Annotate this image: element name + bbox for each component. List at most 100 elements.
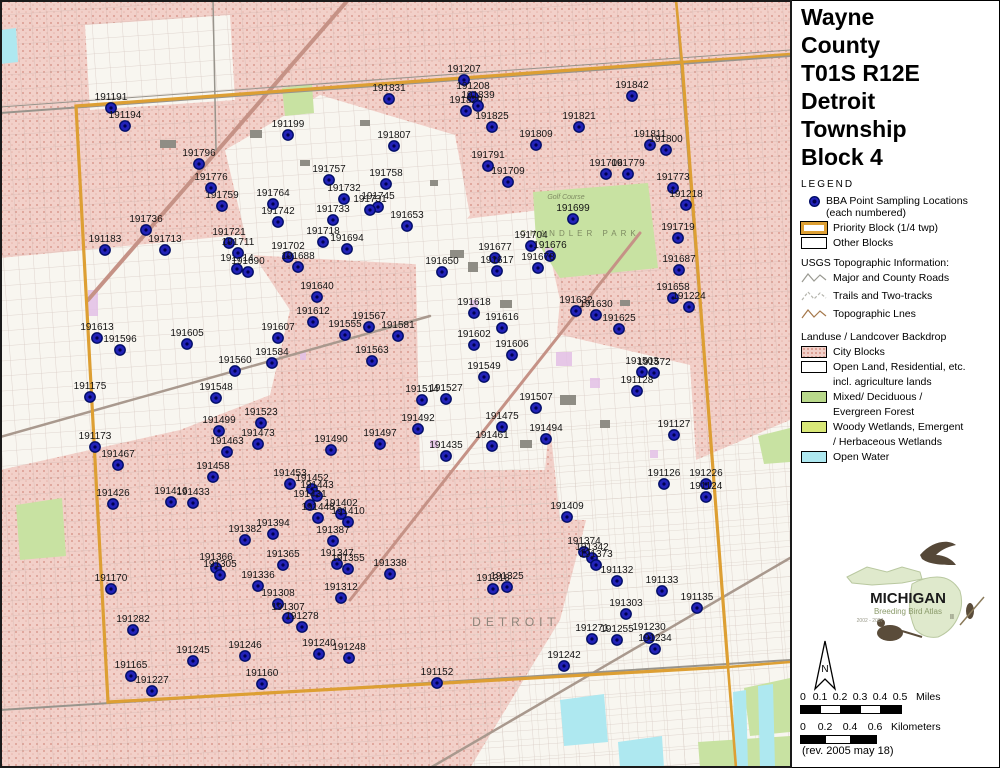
svg-text:191308: 191308 (261, 588, 295, 599)
legend-item-city-blocks: City Blocks (801, 346, 997, 358)
michigan-upper-peninsula (847, 567, 922, 585)
usgs-heading: USGS Topographic Information: (801, 257, 997, 269)
svg-text:191170: 191170 (95, 573, 128, 584)
logo-subtitle: Breeding Bird Atlas (874, 607, 942, 616)
svg-text:191463: 191463 (210, 436, 244, 447)
svg-text:191732: 191732 (327, 183, 361, 194)
svg-text:191242: 191242 (547, 650, 581, 661)
trails-line-icon (801, 290, 827, 305)
legend-item-forest: Mixed/ Deciduous / (801, 391, 997, 403)
svg-text:191773: 191773 (656, 172, 690, 183)
svg-text:191596: 191596 (103, 334, 137, 345)
scalebar-km: 00.20.40.6Kilometers (800, 721, 998, 747)
svg-text:191499: 191499 (202, 415, 236, 426)
roads-line-icon (801, 272, 827, 287)
svg-text:191490: 191490 (314, 434, 348, 445)
svg-text:191713: 191713 (148, 234, 182, 245)
title-line: Block 4 (801, 143, 920, 171)
svg-text:191711: 191711 (222, 237, 255, 248)
svg-text:191227: 191227 (135, 675, 169, 686)
svg-text:191497: 191497 (363, 428, 397, 439)
bba-point-icon (809, 196, 820, 207)
svg-text:191431: 191431 (293, 489, 327, 500)
svg-text:191676: 191676 (533, 240, 567, 251)
svg-text:191742: 191742 (261, 206, 295, 217)
scalebar-cell (801, 706, 821, 713)
title-line: T01S R12E (801, 59, 920, 87)
svg-text:191688: 191688 (281, 251, 315, 262)
scalebar-tick: 0.2 (818, 721, 833, 733)
legend-label: Trails and Two-tracks (833, 290, 932, 302)
legend-item-priority-block: Priority Block (1/4 twp) (801, 222, 997, 234)
legend-label: Priority Block (1/4 twp) (833, 222, 938, 234)
svg-text:191625: 191625 (602, 313, 636, 324)
priority-block-swatch (801, 222, 827, 234)
svg-text:191336: 191336 (241, 570, 275, 581)
svg-text:191246: 191246 (228, 640, 262, 651)
svg-text:191218: 191218 (669, 189, 703, 200)
svg-text:191764: 191764 (256, 188, 290, 199)
legend-item-open-land: Open Land, Residential, etc. (801, 361, 997, 373)
svg-text:191791: 191791 (471, 150, 505, 161)
svg-text:191173: 191173 (79, 431, 112, 442)
svg-text:191165: 191165 (115, 660, 148, 671)
svg-text:191282: 191282 (116, 614, 150, 625)
svg-text:191699: 191699 (556, 203, 590, 214)
topo-line-icon (801, 308, 827, 323)
svg-text:191127: 191127 (658, 419, 691, 430)
svg-text:191584: 191584 (255, 347, 289, 358)
scalebar-cell (881, 706, 901, 713)
svg-text:191475: 191475 (485, 411, 519, 422)
svg-text:191365: 191365 (266, 549, 300, 560)
scalebar-tick: 0.1 (813, 691, 828, 703)
svg-text:191132: 191132 (601, 565, 634, 576)
scalebar-tick: 0.6 (868, 721, 883, 733)
svg-text:191630: 191630 (579, 299, 613, 310)
svg-text:191303: 191303 (609, 598, 643, 609)
svg-text:191325: 191325 (490, 571, 524, 582)
svg-text:191126: 191126 (648, 468, 681, 479)
svg-text:191226: 191226 (689, 468, 723, 479)
legend-label: Open Water (833, 451, 889, 463)
legend-label: City Blocks (833, 346, 885, 358)
svg-text:191709: 191709 (491, 166, 525, 177)
svg-text:191606: 191606 (495, 339, 529, 350)
legend-item-wetland: Woody Wetlands, Emergent (801, 421, 997, 433)
scalebar-unit: Kilometers (891, 721, 941, 733)
svg-text:191612: 191612 (296, 306, 330, 317)
svg-text:191694: 191694 (330, 233, 364, 244)
svg-text:191549: 191549 (467, 361, 501, 372)
hawk-icon (920, 542, 956, 565)
scalebar-cell (826, 736, 851, 743)
svg-text:191800: 191800 (649, 134, 683, 145)
scalebar-miles: 00.10.20.30.40.5Miles (800, 691, 998, 717)
title-line: Township (801, 115, 920, 143)
logo-title: MICHIGAN (870, 590, 946, 607)
scalebar-tick: 0.3 (853, 691, 868, 703)
svg-text:191207: 191207 (447, 64, 481, 75)
svg-text:191733: 191733 (316, 204, 350, 215)
legend-item-other-blocks: Other Blocks (801, 237, 997, 249)
svg-text:191494: 191494 (529, 423, 563, 434)
topo-map[interactable]: Golf CourseCHANDLER PARKDETROIT 19119119… (0, 0, 792, 768)
svg-text:191687: 191687 (662, 254, 696, 265)
svg-text:191776: 191776 (194, 172, 228, 183)
legend-label: Major and County Roads (833, 272, 949, 284)
svg-text:191461: 191461 (475, 430, 509, 441)
svg-text:191248: 191248 (332, 642, 366, 653)
scalebar-tick: 0 (800, 691, 806, 703)
svg-text:191839: 191839 (461, 90, 495, 101)
svg-text:191409: 191409 (550, 501, 584, 512)
svg-text:191410: 191410 (331, 506, 365, 517)
svg-text:191690: 191690 (231, 256, 265, 267)
svg-text:191338: 191338 (373, 558, 407, 569)
legend-item-trails: Trails and Two-tracks (801, 290, 997, 305)
title-line: Wayne (801, 3, 920, 31)
svg-text:191617: 191617 (480, 255, 514, 266)
svg-text:191581: 191581 (381, 320, 415, 331)
scalebar-km-ticks: 00.20.40.6Kilometers (800, 721, 998, 734)
svg-text:191224: 191224 (672, 291, 706, 302)
legend-item-topo-lines: Topographic Lnes (801, 308, 997, 323)
svg-text:191757: 191757 (312, 164, 346, 175)
svg-text:191825: 191825 (475, 111, 509, 122)
